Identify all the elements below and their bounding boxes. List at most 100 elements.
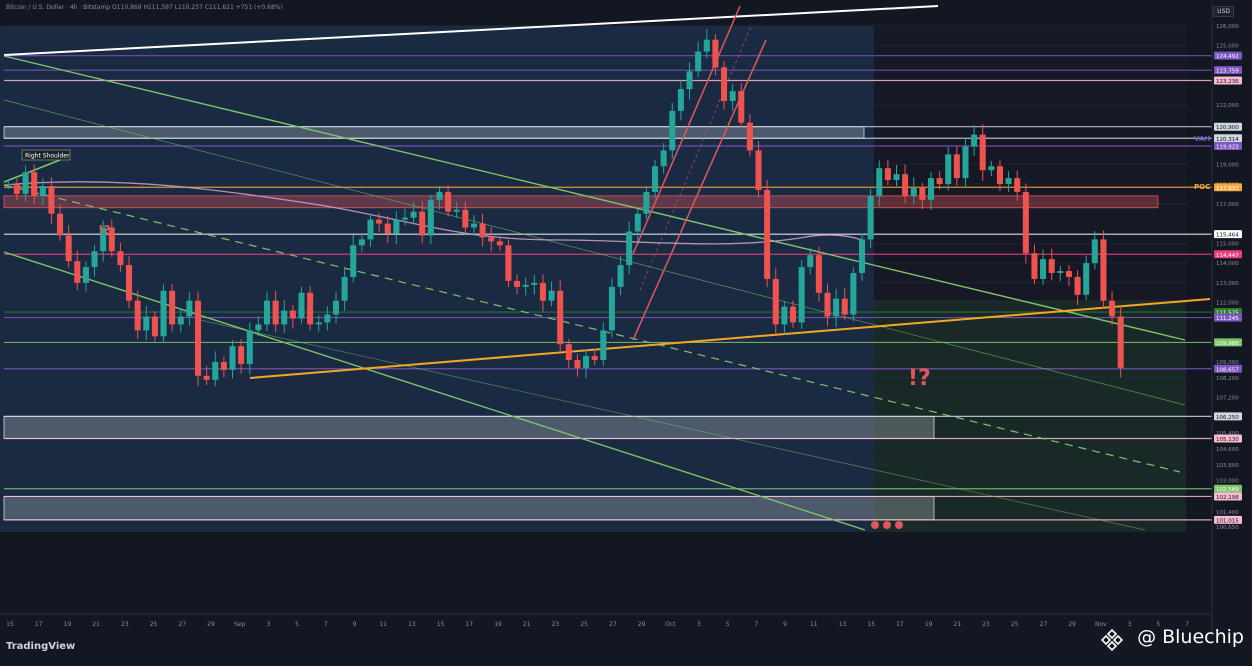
candle-body-7[interactable] bbox=[65, 235, 72, 262]
candle-body-21[interactable] bbox=[186, 300, 193, 317]
candle-body-55[interactable] bbox=[479, 223, 486, 238]
candle-body-118[interactable] bbox=[1022, 191, 1029, 254]
candle-body-45[interactable] bbox=[393, 219, 400, 234]
demand-zone-1[interactable] bbox=[3, 415, 935, 439]
candle-body-54[interactable] bbox=[470, 223, 477, 228]
candle-body-52[interactable] bbox=[453, 209, 460, 212]
candle-body-14[interactable] bbox=[126, 265, 133, 301]
candle-body-114[interactable] bbox=[988, 166, 995, 171]
candle-body-31[interactable] bbox=[272, 300, 279, 325]
candle-body-107[interactable] bbox=[927, 178, 934, 200]
candle-body-95[interactable] bbox=[824, 292, 831, 317]
candle-body-126[interactable] bbox=[1091, 239, 1098, 264]
candle-body-101[interactable] bbox=[876, 168, 883, 196]
candle-body-4[interactable] bbox=[39, 186, 46, 196]
candle-body-98[interactable] bbox=[850, 273, 857, 315]
candle-body-8[interactable] bbox=[74, 261, 81, 283]
candle-body-109[interactable] bbox=[945, 154, 952, 185]
candle-body-42[interactable] bbox=[367, 219, 374, 240]
candle-body-129[interactable] bbox=[1117, 316, 1124, 368]
candle-body-90[interactable] bbox=[781, 306, 788, 325]
candle-body-70[interactable] bbox=[608, 286, 615, 331]
candle-body-32[interactable] bbox=[281, 310, 288, 325]
candle-body-62[interactable] bbox=[539, 282, 546, 301]
candle-body-79[interactable] bbox=[686, 71, 693, 90]
tradingview-logo[interactable]: TradingView bbox=[6, 641, 75, 652]
candle-body-36[interactable] bbox=[315, 322, 322, 325]
candle-body-27[interactable] bbox=[238, 346, 245, 364]
candle-body-30[interactable] bbox=[263, 300, 271, 325]
candle-body-99[interactable] bbox=[858, 239, 866, 273]
candle-body-38[interactable] bbox=[332, 300, 340, 315]
currency-badge[interactable]: USD bbox=[1213, 6, 1234, 17]
candle-body-57[interactable] bbox=[496, 241, 503, 246]
candle-body-76[interactable] bbox=[660, 150, 667, 167]
event-icon-2[interactable] bbox=[883, 521, 891, 529]
candle-body-128[interactable] bbox=[1109, 300, 1116, 317]
candle-body-18[interactable] bbox=[160, 290, 167, 337]
candle-body-123[interactable] bbox=[1065, 271, 1072, 277]
event-icon-3[interactable] bbox=[895, 521, 903, 529]
candle-body-86[interactable] bbox=[746, 122, 753, 151]
candle-body-113[interactable] bbox=[979, 134, 986, 171]
candle-body-37[interactable] bbox=[324, 314, 331, 323]
candle-body-26[interactable] bbox=[229, 346, 236, 370]
candle-body-43[interactable] bbox=[376, 219, 383, 224]
candle-body-72[interactable] bbox=[626, 231, 633, 266]
candle-body-89[interactable] bbox=[772, 278, 779, 325]
candle-body-100[interactable] bbox=[867, 195, 874, 240]
candle-body-44[interactable] bbox=[384, 223, 391, 234]
candle-body-73[interactable] bbox=[634, 213, 641, 232]
candle-body-23[interactable] bbox=[203, 375, 210, 380]
candle-body-50[interactable] bbox=[436, 191, 443, 200]
candle-body-103[interactable] bbox=[893, 174, 900, 181]
candle-body-104[interactable] bbox=[902, 174, 909, 196]
candle-body-17[interactable] bbox=[151, 316, 158, 337]
demand-zone-2[interactable] bbox=[3, 496, 935, 521]
candle-body-69[interactable] bbox=[600, 330, 607, 360]
candle-body-61[interactable] bbox=[531, 282, 538, 285]
candle-body-71[interactable] bbox=[617, 265, 624, 287]
supply-zone-upper[interactable] bbox=[3, 126, 865, 139]
candle-body-16[interactable] bbox=[143, 316, 150, 331]
candle-body-10[interactable] bbox=[91, 251, 98, 268]
candle-body-66[interactable] bbox=[574, 359, 581, 368]
candle-body-49[interactable] bbox=[427, 199, 434, 236]
candle-body-102[interactable] bbox=[884, 168, 891, 181]
candle-body-60[interactable] bbox=[522, 284, 529, 287]
candle-body-106[interactable] bbox=[919, 187, 926, 200]
candle-body-46[interactable] bbox=[401, 217, 408, 220]
candle-body-13[interactable] bbox=[117, 251, 124, 266]
candle-body-68[interactable] bbox=[591, 356, 598, 360]
candle-body-63[interactable] bbox=[548, 290, 555, 301]
candle-body-125[interactable] bbox=[1083, 263, 1090, 295]
candle-body-58[interactable] bbox=[505, 245, 512, 281]
candle-body-34[interactable] bbox=[298, 292, 305, 319]
candle-body-75[interactable] bbox=[652, 166, 659, 192]
candle-body-56[interactable] bbox=[488, 237, 495, 242]
candle-body-96[interactable] bbox=[833, 298, 840, 317]
candle-body-47[interactable] bbox=[410, 211, 417, 218]
candle-body-24[interactable] bbox=[212, 361, 219, 380]
candle-body-81[interactable] bbox=[703, 39, 710, 52]
candle-body-122[interactable] bbox=[1057, 271, 1064, 273]
candle-body-92[interactable] bbox=[798, 267, 805, 323]
candle-body-117[interactable] bbox=[1014, 178, 1021, 192]
candle-body-51[interactable] bbox=[445, 191, 452, 212]
candle-body-91[interactable] bbox=[789, 306, 797, 323]
candle-body-94[interactable] bbox=[815, 255, 822, 293]
candle-body-84[interactable] bbox=[729, 91, 736, 101]
candle-body-83[interactable] bbox=[721, 67, 728, 101]
candle-body-78[interactable] bbox=[677, 89, 684, 111]
candle-body-110[interactable] bbox=[953, 154, 960, 179]
candle-body-35[interactable] bbox=[307, 292, 314, 325]
candle-body-59[interactable] bbox=[514, 280, 521, 287]
poc-zone[interactable] bbox=[3, 195, 1159, 209]
candle-body-67[interactable] bbox=[583, 356, 590, 368]
candle-body-116[interactable] bbox=[1005, 178, 1012, 185]
candle-body-33[interactable] bbox=[289, 310, 296, 319]
candle-body-111[interactable] bbox=[962, 146, 969, 179]
candle-body-124[interactable] bbox=[1074, 276, 1081, 295]
candle-body-77[interactable] bbox=[669, 110, 676, 151]
candle-body-2[interactable] bbox=[22, 172, 29, 194]
